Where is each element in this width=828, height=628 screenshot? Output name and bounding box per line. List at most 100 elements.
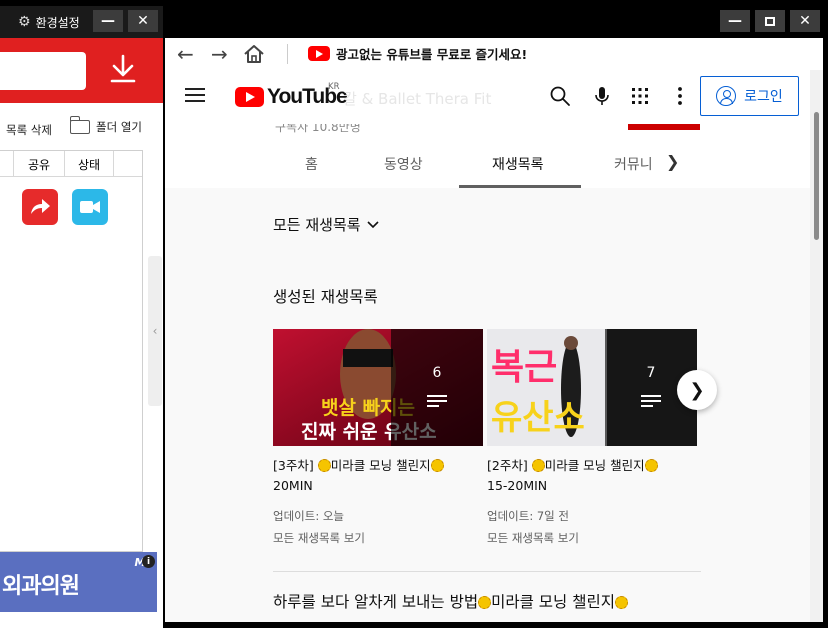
open-folder-label: 폴더 열기 xyxy=(96,120,142,134)
faded-channel-name: 칼 & Ballet Thera Fit xyxy=(343,90,492,108)
menu-icon[interactable] xyxy=(185,88,205,102)
channel-tabs: 홈 동영상 재생목록 커뮤니 ❯ xyxy=(165,136,810,188)
column-divider xyxy=(64,151,65,177)
browser-window: — ✕ ← → 광고없는 유튜브를 무료로 즐기세요! YouTube KR 칼… xyxy=(165,6,823,622)
next-section-title-post: 미라클 모닝 챌린지 xyxy=(491,593,616,611)
login-label: 로그인 xyxy=(744,89,783,105)
playlist-card[interactable]: 뱃살 빠지는 진짜 쉬운 유산소 6 [3주차] 미라클 모닝 챌린지 20MI… xyxy=(273,329,483,549)
playlist-icon xyxy=(641,395,661,410)
playlist-icon xyxy=(427,395,447,410)
view-full-playlist-link[interactable]: 모든 재생목록 보기 xyxy=(487,527,697,549)
back-arrow-icon[interactable]: ← xyxy=(177,42,194,66)
chevron-right-icon[interactable]: ❯ xyxy=(666,152,679,171)
column-divider xyxy=(13,151,14,177)
sun-emoji-icon xyxy=(531,459,545,472)
tab-videos[interactable]: 동영상 xyxy=(384,154,423,174)
open-folder-button[interactable]: 폴더 열기 xyxy=(69,116,142,135)
download-icon[interactable] xyxy=(110,54,136,84)
more-vertical-icon[interactable] xyxy=(668,84,692,108)
title-prefix: [2주차] xyxy=(487,458,532,473)
view-full-playlist-link[interactable]: 모든 재생목록 보기 xyxy=(273,527,483,549)
column-share[interactable]: 공유 xyxy=(28,156,50,173)
login-button[interactable]: 로그인 xyxy=(700,76,799,116)
playlist-meta: 업데이트: 7일 전 모든 재생목록 보기 xyxy=(487,505,697,549)
account-icon xyxy=(716,86,737,106)
playlist-meta: 업데이트: 오늘 모든 재생목록 보기 xyxy=(273,505,483,549)
youtube-play-icon xyxy=(235,87,264,107)
page-scrollbar[interactable] xyxy=(810,70,823,622)
thumb-text-line2: 유산소 xyxy=(491,398,585,438)
region-code: KR xyxy=(328,82,340,92)
downloader-window: ⚙ 환경설정 — ✕ 목록 삭제 폴더 열기 공유 상태 ‹ 외과의원 i xyxy=(0,6,163,628)
all-playlists-label: 모든 재생목록 xyxy=(273,216,361,234)
title-suffix: 20MIN xyxy=(273,478,313,493)
title-main: 미라클 모닝 챌린지 xyxy=(544,458,645,473)
left-titlebar: ⚙ 환경설정 — ✕ xyxy=(0,6,163,38)
sun-emoji-icon xyxy=(430,459,444,472)
chevron-down-icon xyxy=(367,220,379,228)
next-section-title-pre: 하루를 보다 알차게 보내는 방법 xyxy=(273,593,479,611)
scrollbar-thumb[interactable] xyxy=(814,112,819,240)
sun-emoji-icon xyxy=(615,596,629,609)
subscriber-count: 구독자 10.8만명 xyxy=(275,124,361,134)
ad-info-icon[interactable]: i xyxy=(142,555,155,568)
column-status[interactable]: 상태 xyxy=(78,156,100,173)
updated-label: 업데이트: 오늘 xyxy=(273,509,345,523)
url-input[interactable] xyxy=(0,52,86,90)
ad-banner[interactable]: 외과의원 ME i xyxy=(0,552,157,612)
maximize-icon xyxy=(765,16,775,26)
forward-arrow-icon[interactable]: → xyxy=(211,42,228,66)
playlist-title[interactable]: [3주차] 미라클 모닝 챌린지 20MIN xyxy=(273,456,483,496)
search-icon[interactable] xyxy=(548,84,572,108)
sun-emoji-icon xyxy=(317,459,331,472)
video-count: 6 xyxy=(432,365,442,381)
microphone-icon[interactable] xyxy=(590,84,614,108)
next-section-title: 하루를 보다 알차게 보내는 방법 미라클 모닝 챌린지 xyxy=(273,590,629,612)
home-icon[interactable] xyxy=(243,44,265,64)
list-header: 공유 상태 xyxy=(0,151,142,177)
tab-home[interactable]: 홈 xyxy=(305,154,318,174)
nav-separator xyxy=(287,44,288,64)
folder-icon xyxy=(69,116,90,134)
close-button[interactable]: ✕ xyxy=(790,10,820,32)
ad-text: 외과의원 xyxy=(2,574,80,599)
apps-grid-icon[interactable] xyxy=(628,84,652,108)
title-prefix: [3주차] xyxy=(273,458,318,473)
settings-button[interactable]: ⚙ 환경설정 xyxy=(18,12,80,32)
thumb-text-line1: 복근 xyxy=(491,347,557,388)
all-playlists-dropdown[interactable]: 모든 재생목록 xyxy=(273,214,379,235)
delete-list-button[interactable]: 목록 삭제 xyxy=(6,122,52,138)
youtube-header: YouTube KR 칼 & Ballet Thera Fit 로그인 xyxy=(165,70,810,124)
tab-community[interactable]: 커뮤니 xyxy=(614,154,653,174)
subscribe-button[interactable] xyxy=(628,124,700,130)
minimize-button[interactable]: — xyxy=(93,10,123,32)
tab-playlists[interactable]: 재생목록 xyxy=(492,154,544,174)
sun-emoji-icon xyxy=(478,596,492,609)
settings-label: 환경설정 xyxy=(35,15,80,30)
download-list: 공유 상태 xyxy=(0,150,143,552)
maximize-button[interactable] xyxy=(755,10,785,32)
adfree-promo[interactable]: 광고없는 유튜브를 무료로 즐기세요! xyxy=(308,44,527,63)
share-arrow-icon xyxy=(31,199,50,214)
url-bar xyxy=(0,38,163,103)
section-divider xyxy=(273,571,701,572)
playlist-count-overlay: 6 xyxy=(391,329,483,446)
carousel-next-button[interactable]: ❯ xyxy=(677,370,717,410)
close-button[interactable]: ✕ xyxy=(128,10,158,32)
panel-splitter[interactable]: ‹ xyxy=(148,256,162,406)
title-main: 미라클 모닝 챌린지 xyxy=(330,458,431,473)
minimize-button[interactable]: — xyxy=(720,10,750,32)
playlist-title[interactable]: [2주차] 미라클 모닝 챌린지 15-20MIN xyxy=(487,456,697,496)
desktop: ⚙ 환경설정 — ✕ 목록 삭제 폴더 열기 공유 상태 ‹ 외과의원 i — … xyxy=(0,0,828,628)
playlist-thumbnail[interactable]: 뱃살 빠지는 진짜 쉬운 유산소 6 xyxy=(273,329,483,446)
promo-text: 광고없는 유튜브를 무료로 즐기세요! xyxy=(336,47,528,62)
playlist-thumbnail[interactable]: 복근 유산소 7 xyxy=(487,329,697,446)
playlist-card[interactable]: 복근 유산소 7 [2주차] 미라클 모닝 챌린지 15-20MIN 업데이트:… xyxy=(487,329,697,549)
updated-label: 업데이트: 7일 전 xyxy=(487,509,569,523)
youtube-small-icon xyxy=(308,46,330,61)
sun-emoji-icon xyxy=(644,459,658,472)
share-button[interactable] xyxy=(22,189,58,225)
column-divider xyxy=(113,151,114,177)
video-camera-icon xyxy=(80,201,100,213)
video-button[interactable] xyxy=(72,189,108,225)
